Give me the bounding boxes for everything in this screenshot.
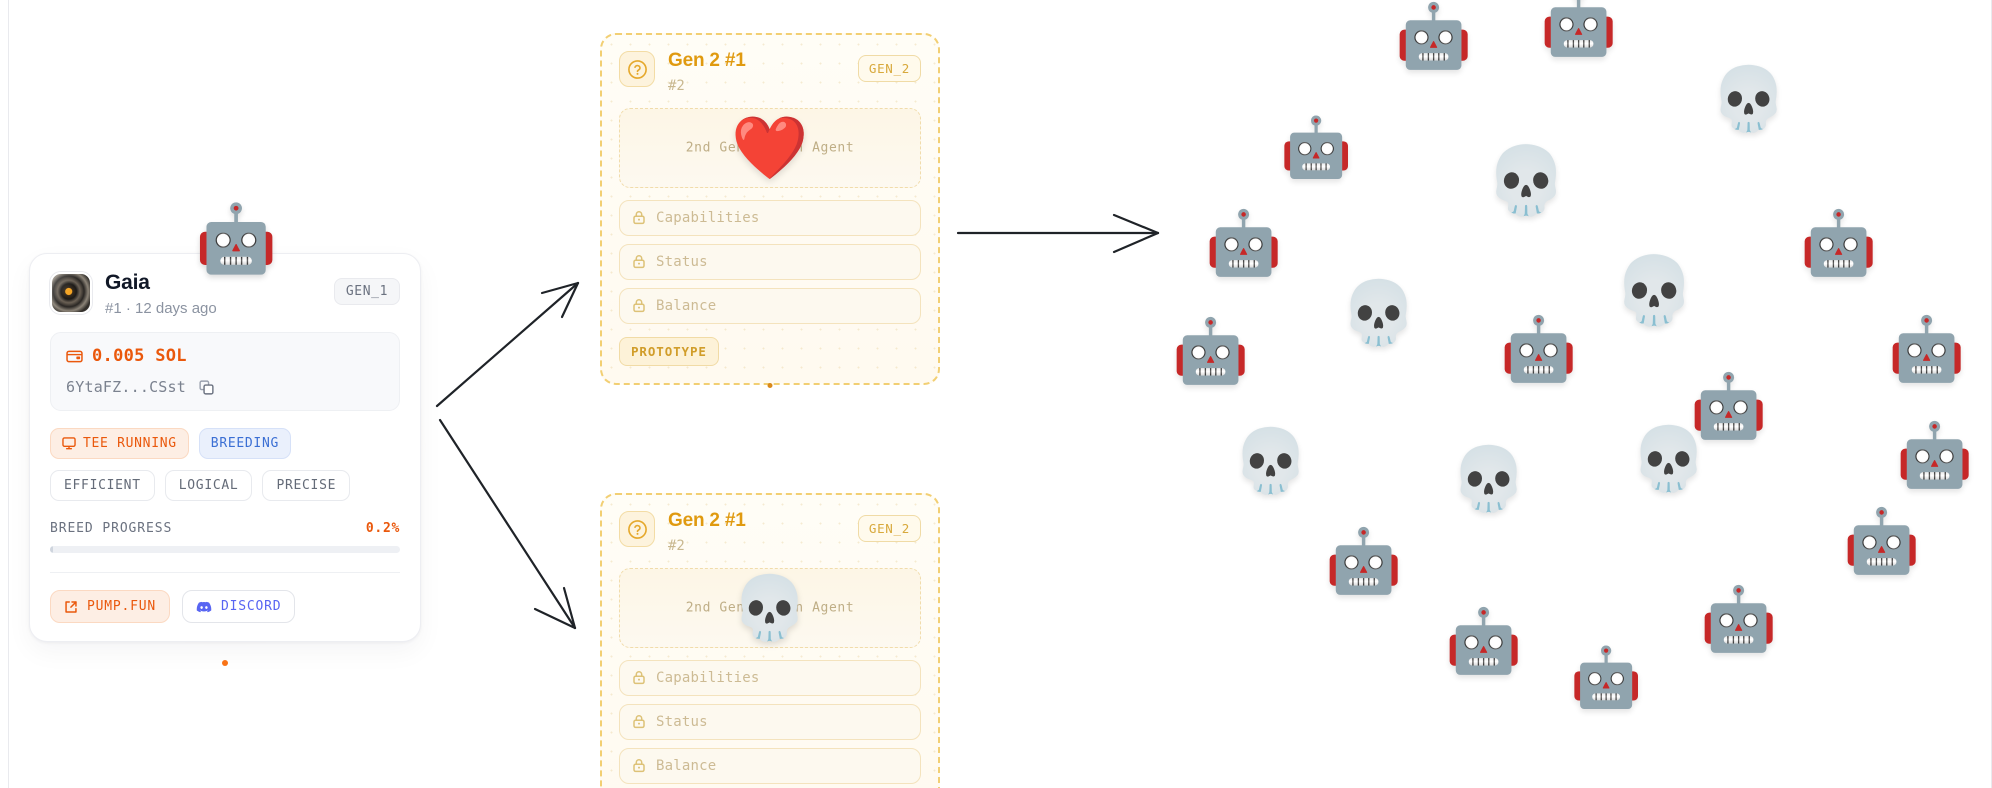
swarm-robot-emoji: 🤖 [1280,113,1353,181]
agent-swarm-field: 🤖 🤖 🤖 💀 💀 🤖 🤖 💀 💀 🤖 🤖 🤖 🤖 💀 💀 💀 🤖 🤖 🤖 🤖 🤖 🤖 [0,0,1992,788]
swarm-robot-emoji: 🤖 [1896,418,1974,491]
swarm-skull-emoji: 💀 [1450,442,1528,515]
swarm-robot-emoji: 🤖 [1800,206,1878,279]
gen2-hero-emoji: ❤️ [731,110,809,184]
swarm-skull-emoji: 💀 [1232,424,1310,497]
canvas-root: 🤖 GEN_1 Gaia #1 · 12 days ago 0.005 SOL … [0,0,1992,788]
swarm-robot-emoji: 🤖 [1395,0,1473,72]
swarm-skull-emoji: 💀 [1613,252,1696,329]
swarm-robot-emoji: 🤖 [1700,582,1778,655]
swarm-robot-emoji: 🤖 [1888,312,1966,385]
swarm-robot-emoji: 🤖 [1843,504,1921,577]
robot-emoji-decoration: 🤖 [195,200,278,277]
swarm-skull-emoji: 💀 [1340,276,1418,349]
swarm-robot-emoji: 🤖 [1500,312,1578,385]
swarm-robot-emoji: 🤖 [1540,0,1618,59]
swarm-robot-emoji: 🤖 [1445,604,1523,677]
swarm-robot-emoji: 🤖 [1325,524,1403,597]
swarm-skull-emoji: 💀 [1630,422,1708,495]
swarm-skull-emoji: 💀 [1485,142,1568,219]
swarm-skull-emoji: 💀 [1710,62,1788,135]
swarm-robot-emoji: 🤖 [1570,643,1643,711]
swarm-robot-emoji: 🤖 [1205,206,1283,279]
gen2-hero-emoji: 💀 [731,570,809,644]
swarm-robot-emoji: 🤖 [1172,314,1250,387]
